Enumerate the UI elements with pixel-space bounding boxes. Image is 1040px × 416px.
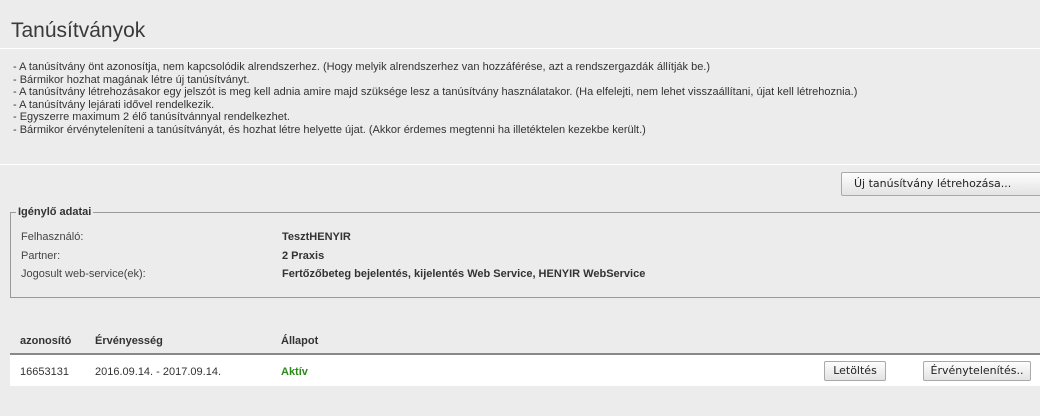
info-line: - Egyszerre maximum 2 élő tanúsítvánnyal… bbox=[13, 111, 290, 124]
download-button[interactable]: Letöltés bbox=[824, 361, 886, 381]
info-line: - A tanúsítvány létrehozásakor egy jelsz… bbox=[13, 86, 858, 99]
section-divider bbox=[0, 164, 1040, 165]
info-line: - A tanúsítvány lejárati idővel rendelke… bbox=[13, 98, 215, 111]
page-title: Tanúsítványok bbox=[11, 19, 146, 42]
column-header-status: Állapot bbox=[281, 335, 319, 347]
webservices-value: Fertőzőbeteg bejelentés, kijelentés Web … bbox=[282, 268, 646, 280]
column-header-id: azonosító bbox=[20, 335, 72, 347]
column-header-validity: Érvényesség bbox=[95, 335, 163, 347]
webservices-label: Jogosult web-service(ek): bbox=[21, 268, 146, 280]
partner-value: 2 Praxis bbox=[282, 250, 325, 262]
revoke-button[interactable]: Érvénytelenítés.. bbox=[923, 361, 1031, 381]
user-label: Felhasználó: bbox=[21, 231, 84, 243]
title-divider bbox=[0, 48, 1040, 49]
info-line: - Bármikor érvényteleníteni a tanúsítván… bbox=[13, 123, 646, 136]
partner-label: Partner: bbox=[21, 250, 61, 262]
info-text: - A tanúsítvány önt azonosítja, nem kapc… bbox=[13, 61, 1033, 137]
new-certificate-button[interactable]: Új tanúsítvány létrehozása... bbox=[841, 172, 1040, 196]
user-value: TesztHENYIR bbox=[282, 231, 351, 243]
requester-fieldset bbox=[10, 212, 1040, 298]
status-badge: Aktív bbox=[281, 366, 308, 378]
requester-legend: Igénylő adatai bbox=[16, 206, 94, 218]
cert-validity: 2016.09.14. - 2017.09.14. bbox=[95, 366, 221, 378]
info-line: - A tanúsítvány önt azonosítja, nem kapc… bbox=[13, 61, 711, 73]
info-line: - Bármikor hozhat magának létre új tanús… bbox=[13, 73, 250, 86]
cert-id: 16653131 bbox=[20, 366, 69, 378]
